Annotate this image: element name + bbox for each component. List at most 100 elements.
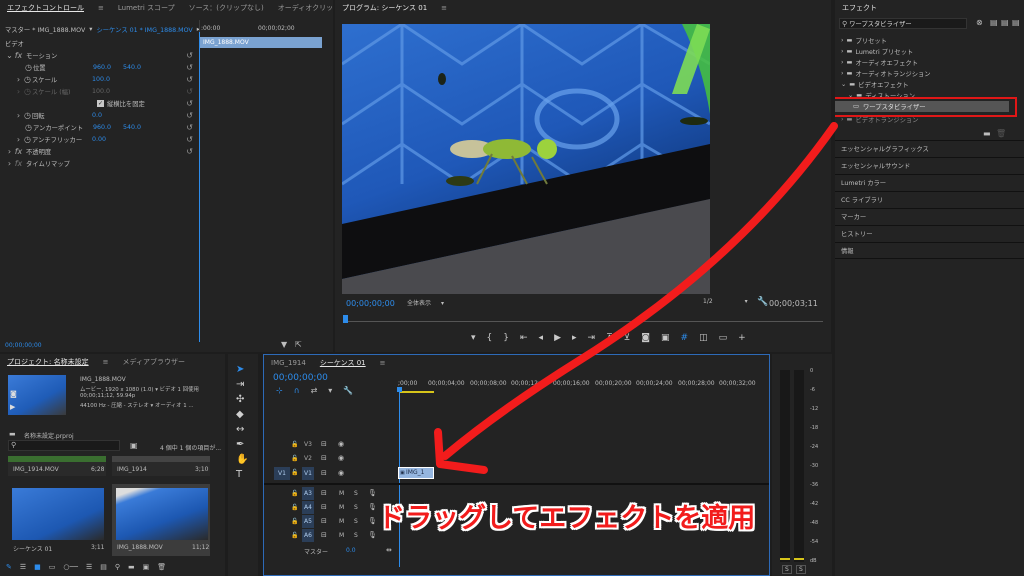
new-bin-icon[interactable]: ▣ bbox=[130, 441, 138, 450]
section-essential-graphics[interactable]: エッセンシャルグラフィックス bbox=[835, 140, 1024, 157]
remap-row[interactable]: › fx タイムリマップ bbox=[5, 157, 199, 169]
solo-right-button[interactable]: S bbox=[796, 565, 806, 574]
source-patch-v1[interactable]: V1 bbox=[274, 467, 290, 480]
fx-icon[interactable]: fx bbox=[14, 51, 23, 60]
eye-icon[interactable]: ◉ bbox=[338, 469, 344, 477]
menu-icon[interactable]: ≡ bbox=[96, 358, 116, 366]
marker-icon[interactable]: ▾ bbox=[328, 386, 332, 395]
plus-icon[interactable]: + bbox=[738, 333, 746, 343]
chevron-right-icon[interactable]: › bbox=[14, 75, 23, 84]
play-icon[interactable]: ▶ bbox=[554, 333, 561, 343]
track-target-v1[interactable]: V1 bbox=[302, 467, 314, 480]
sync-lock-icon[interactable]: ⊟ bbox=[321, 469, 327, 477]
motion-row[interactable]: ⌄ fx モーション ↺ bbox=[5, 49, 199, 61]
reset-icon[interactable]: ↺ bbox=[186, 51, 193, 60]
lock-icon[interactable]: 🔓 bbox=[291, 469, 298, 476]
lift-icon[interactable]: ⊼ bbox=[606, 333, 613, 343]
eye-icon[interactable]: ◉ bbox=[338, 454, 344, 462]
mic-icon[interactable]: 🎙 bbox=[368, 489, 377, 497]
preview-thumbnail[interactable]: ◙ ▶ bbox=[8, 375, 66, 415]
section-lumetri-color[interactable]: Lumetri カラー bbox=[835, 174, 1024, 191]
rotation-value[interactable]: 0.0 bbox=[92, 112, 102, 119]
tab-effect-controls[interactable]: エフェクトコントロール bbox=[0, 3, 91, 13]
stopwatch-icon[interactable]: ◷ bbox=[24, 123, 33, 132]
mic-icon[interactable]: 🎙 bbox=[368, 531, 377, 539]
chevron-down-icon[interactable]: ⌄ bbox=[5, 51, 14, 60]
timeline-timecode[interactable]: 00;00;00;00 bbox=[273, 373, 328, 383]
section-essential-sound[interactable]: エッセンシャルサウンド bbox=[835, 157, 1024, 174]
magnet-icon[interactable]: ∩ bbox=[294, 386, 300, 395]
lock-icon[interactable]: 🔓 bbox=[291, 455, 298, 462]
sync-lock-icon[interactable]: ⊟ bbox=[321, 503, 327, 511]
reset-icon[interactable]: ↺ bbox=[186, 75, 193, 84]
chevron-down-icon[interactable]: ▾ bbox=[89, 26, 92, 33]
position-y[interactable]: 540.0 bbox=[123, 64, 141, 71]
lock-icon[interactable]: 🔓 bbox=[291, 441, 298, 448]
mark-in-icon[interactable]: { bbox=[487, 333, 493, 343]
lock-icon[interactable]: 🔓 bbox=[291, 518, 298, 525]
yuv-filter-icon[interactable]: ▤ bbox=[1012, 18, 1020, 27]
overlay-icon[interactable]: ▭ bbox=[719, 333, 728, 343]
automate-icon[interactable]: ▤ bbox=[100, 563, 107, 571]
sync-lock-icon[interactable]: ⊟ bbox=[321, 517, 327, 525]
mark-out-icon[interactable]: } bbox=[503, 333, 509, 343]
selection-tool-icon[interactable]: ➤ bbox=[236, 364, 244, 375]
accelerated-filter-icon[interactable]: ▤ bbox=[990, 18, 998, 27]
filter-icon[interactable]: ▼ bbox=[281, 340, 287, 349]
sync-lock-icon[interactable]: ⊟ bbox=[321, 531, 327, 539]
anchor-x[interactable]: 960.0 bbox=[93, 124, 123, 131]
tab-sequence-img1914[interactable]: IMG_1914 bbox=[264, 359, 313, 367]
anchor-y[interactable]: 540.0 bbox=[123, 124, 141, 131]
type-tool-icon[interactable]: T bbox=[236, 469, 242, 480]
trash-icon[interactable]: 🗑 bbox=[157, 563, 166, 571]
tree-item-video-transitions[interactable]: › ▬ ビデオトランジション bbox=[841, 113, 918, 125]
pen-icon[interactable]: ✒ bbox=[236, 439, 244, 450]
list-view-icon[interactable]: ☰ bbox=[20, 563, 26, 571]
sort-icon[interactable]: ☰ bbox=[86, 563, 92, 571]
section-markers[interactable]: マーカー bbox=[835, 208, 1024, 225]
step-back-icon[interactable]: ◂ bbox=[539, 333, 544, 343]
eye-icon[interactable]: ◉ bbox=[338, 440, 344, 448]
fx-icon[interactable]: fx bbox=[14, 147, 23, 156]
export-icon[interactable]: ⇱ bbox=[295, 340, 302, 349]
resolution-dropdown[interactable]: 1/2 ▾ bbox=[703, 298, 748, 305]
project-item-selected[interactable]: IMG_1888.MOV 11;12 bbox=[112, 484, 210, 556]
track-target-a6[interactable]: A6 bbox=[302, 529, 314, 542]
new-bin-icon[interactable]: ▬ bbox=[128, 563, 135, 571]
section-info[interactable]: 情報 bbox=[835, 242, 1024, 259]
camera-icon[interactable]: ◙ bbox=[641, 333, 650, 343]
go-to-in-icon[interactable]: ⇤ bbox=[520, 333, 528, 343]
wrench-icon[interactable]: 🔧 bbox=[343, 386, 353, 395]
freeform-view-icon[interactable]: ▭ bbox=[49, 563, 56, 571]
ec-timecode[interactable]: 00;00;00;00 bbox=[5, 342, 42, 349]
menu-icon[interactable]: ≡ bbox=[434, 4, 454, 12]
effects-search-input[interactable]: ワープスタビライザー bbox=[849, 19, 912, 28]
new-bin-icon[interactable]: ▬ bbox=[983, 129, 991, 138]
work-area-bar[interactable] bbox=[400, 391, 434, 393]
grid-icon[interactable]: # bbox=[681, 333, 689, 343]
program-timecode[interactable]: 00;00;00;00 bbox=[346, 299, 395, 308]
trash-icon[interactable]: 🗑 bbox=[996, 129, 1006, 138]
tab-sequence-01[interactable]: シーケンス 01 bbox=[313, 358, 373, 368]
playhead-marker[interactable] bbox=[397, 387, 402, 392]
fit-dropdown[interactable]: 全体表示 ▾ bbox=[407, 298, 444, 307]
master-track-value[interactable]: 0.0 bbox=[346, 547, 356, 554]
opacity-row[interactable]: › fx 不透明度 ↺ bbox=[5, 145, 199, 157]
go-to-end-icon[interactable]: ⇹ bbox=[386, 546, 392, 554]
ripple-edit-icon[interactable]: ✣ bbox=[236, 394, 244, 405]
project-item[interactable]: IMG_1914.MOV 6;28 bbox=[8, 456, 106, 476]
sync-lock-icon[interactable]: ⊟ bbox=[321, 454, 327, 462]
mic-icon[interactable]: 🎙 bbox=[368, 503, 377, 511]
clear-search-icon[interactable]: ⊗ bbox=[976, 18, 983, 27]
lock-icon[interactable]: 🔓 bbox=[291, 532, 298, 539]
extract-icon[interactable]: ⊻ bbox=[624, 333, 631, 343]
hand-icon[interactable]: ✋ bbox=[236, 454, 248, 465]
32bit-filter-icon[interactable]: ▤ bbox=[1001, 18, 1009, 27]
reset-icon[interactable]: ↺ bbox=[186, 63, 193, 72]
solo-button[interactable]: S bbox=[354, 518, 358, 525]
effects-title[interactable]: エフェクト bbox=[835, 3, 884, 13]
compare-icon[interactable]: ◫ bbox=[699, 333, 708, 343]
track-target-v2[interactable]: V2 bbox=[302, 452, 314, 465]
timeline-clip[interactable]: ▣ IMG_1 bbox=[398, 467, 434, 479]
sequence-label[interactable]: シーケンス 01 * IMG_1888.MOV bbox=[96, 25, 192, 34]
